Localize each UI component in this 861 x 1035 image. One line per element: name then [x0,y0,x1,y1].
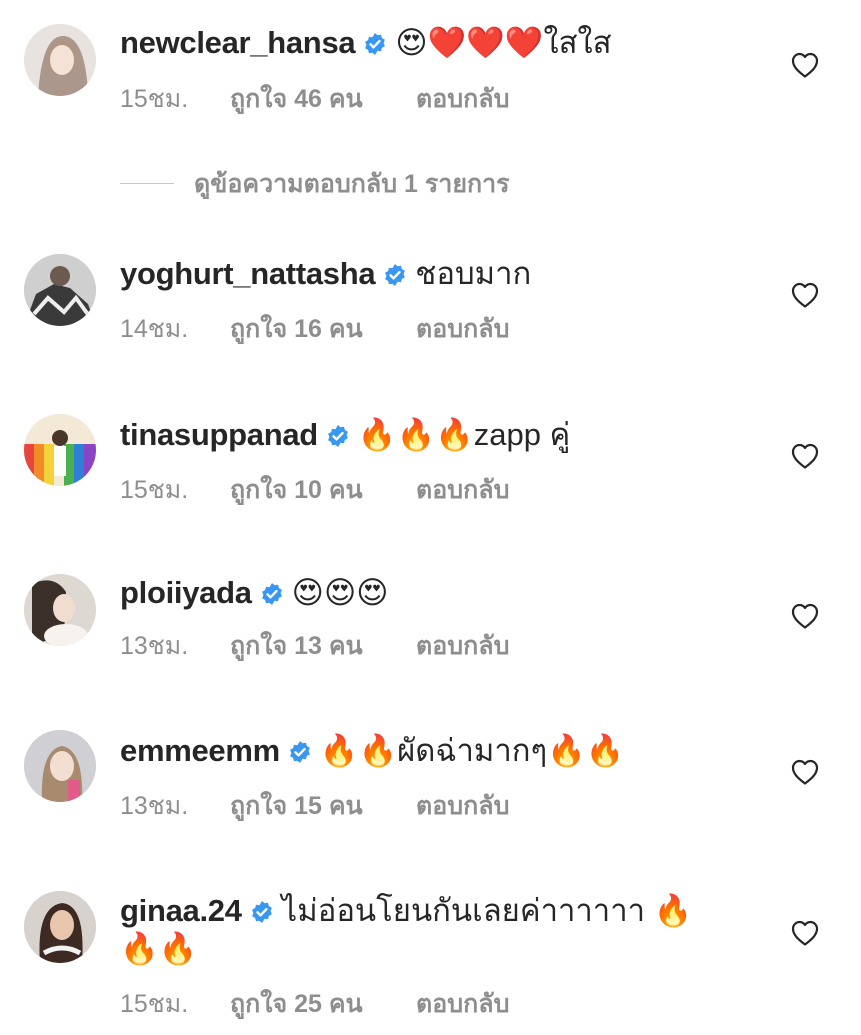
comment-time: 13ชม. [120,792,189,820]
comment-time: 15ชม. [120,85,189,113]
comment-meta: 14ชม. ถูกใจ 16 คน ตอบกลับ [120,313,509,345]
comment-meta: 15ชม. ถูกใจ 10 คน ตอบกลับ [120,474,509,506]
comment-meta: 13ชม. ถูกใจ 13 คน ตอบกลับ [120,630,509,662]
username[interactable]: emmeemm [120,733,280,768]
comment-text-line: emmeemm 🔥🔥ผัดฉ่ามากๆ🔥🔥 [120,728,791,774]
username[interactable]: newclear_hansa [120,25,356,60]
comment-text: 🔥🔥ผัดฉ่ามากๆ🔥🔥 [319,733,625,768]
comment-text-line: tinasuppanad 🔥🔥🔥zapp คู่ [120,412,791,458]
reply-button[interactable]: ตอบกลับ [416,988,509,1020]
comment-text: ไม่อ่อนโยนกันเลยค่าาาาาา 🔥 [281,893,693,928]
avatar[interactable] [24,891,96,963]
comment-meta: 13ชม. ถูกใจ 15 คน ตอบกลับ [120,790,509,822]
like-heart-icon[interactable] [791,282,819,308]
username[interactable]: ginaa.24 [120,893,242,928]
verified-badge-icon [260,582,284,606]
likes-count[interactable]: ถูกใจ 16 คน [230,313,416,345]
avatar[interactable] [24,24,96,96]
likes-count[interactable]: ถูกใจ 10 คน [230,474,416,506]
like-heart-icon[interactable] [791,603,819,629]
reply-button[interactable]: ตอบกลับ [416,790,509,822]
verified-badge-icon [250,900,274,924]
comment-meta: 15ชม. ถูกใจ 46 คน ตอบกลับ [120,83,509,115]
like-heart-icon[interactable] [791,759,819,785]
like-heart-icon[interactable] [791,52,819,78]
avatar[interactable] [24,414,96,486]
verified-badge-icon [383,263,407,287]
verified-badge-icon [326,424,350,448]
comment-text: 🔥🔥🔥zapp คู่ [357,417,571,452]
comment-text-line: newclear_hansa 😍❤️❤️❤️ใสใส [120,20,791,66]
comment-text: 🔥🔥 [120,931,198,966]
comment-text-line: yoghurt_nattasha ชอบมาก [120,251,791,297]
comment-text: 😍😍😍 [291,575,389,610]
comment-time: 13ชม. [120,632,189,660]
avatar[interactable] [24,254,96,326]
comment-time: 15ชม. [120,476,189,504]
comment-text-line: ploiiyada 😍😍😍 [120,570,791,616]
likes-count[interactable]: ถูกใจ 13 คน [230,630,416,662]
comment-text: 😍❤️❤️❤️ใสใส [395,25,612,60]
avatar[interactable] [24,574,96,646]
like-heart-icon[interactable] [791,443,819,469]
username[interactable]: yoghurt_nattasha [120,256,376,291]
comment-meta: 15ชม. ถูกใจ 25 คน ตอบกลับ [120,988,509,1020]
view-replies-link[interactable]: ดูข้อความตอบกลับ 1 รายการ [120,168,510,200]
verified-badge-icon [288,740,312,764]
likes-count[interactable]: ถูกใจ 15 คน [230,790,416,822]
avatar[interactable] [24,730,96,802]
comment-time: 14ชม. [120,315,189,343]
likes-count[interactable]: ถูกใจ 25 คน [230,988,416,1020]
likes-count[interactable]: ถูกใจ 46 คน [230,83,416,115]
reply-button[interactable]: ตอบกลับ [416,313,509,345]
username[interactable]: tinasuppanad [120,417,318,452]
comment-text: ชอบมาก [415,256,532,291]
verified-badge-icon [363,32,387,56]
divider-line [120,182,174,184]
reply-button[interactable]: ตอบกลับ [416,83,509,115]
reply-button[interactable]: ตอบกลับ [416,630,509,662]
view-replies-label: ดูข้อความตอบกลับ 1 รายการ [194,170,510,198]
username[interactable]: ploiiyada [120,575,252,610]
comment-text-continuation: 🔥🔥 [120,926,791,972]
comment-time: 15ชม. [120,990,189,1018]
like-heart-icon[interactable] [791,920,819,946]
reply-button[interactable]: ตอบกลับ [416,474,509,506]
